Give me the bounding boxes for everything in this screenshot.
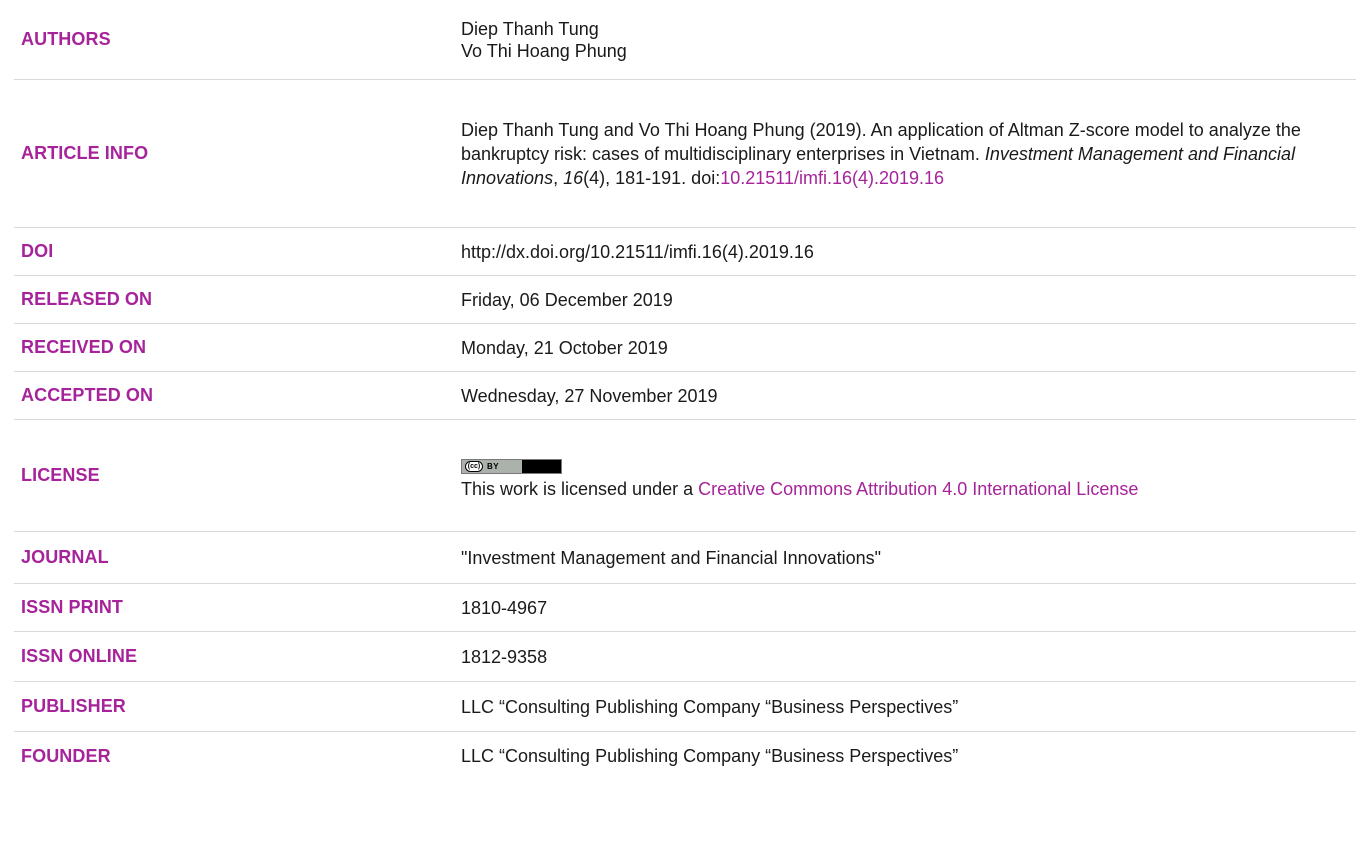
row-accepted-on: ACCEPTED ON Wednesday, 27 November 2019: [14, 372, 1356, 420]
row-publisher: PUBLISHER LLC “Consulting Publishing Com…: [14, 682, 1356, 732]
value-issn-online: 1812-9358: [461, 646, 548, 667]
cc-by-text: BY: [487, 461, 500, 471]
cc-badge-left: (cc) BY: [462, 460, 522, 474]
value-publisher: LLC “Consulting Publishing Company “Busi…: [461, 696, 959, 717]
author-name: Diep Thanh Tung: [461, 18, 599, 39]
label-founder: FOUNDER: [21, 745, 111, 766]
value-license: (cc) BY This work is licensed under a Cr…: [461, 450, 1356, 502]
value-received-on: Monday, 21 October 2019: [461, 337, 668, 358]
row-authors: AUTHORS Diep Thanh Tung Vo Thi Hoang Phu…: [14, 0, 1356, 80]
label-article-info: ARTICLE INFO: [21, 143, 149, 163]
row-article-info: ARTICLE INFO Diep Thanh Tung and Vo Thi …: [14, 80, 1356, 228]
cc-circle-icon: (cc): [465, 461, 483, 473]
license-link[interactable]: Creative Commons Attribution 4.0 Interna…: [698, 479, 1138, 499]
license-text: This work is licensed under a Creative C…: [461, 477, 1346, 501]
citation-volume: 16: [563, 167, 584, 188]
citation-pages: (4), 181-191. doi:: [583, 167, 721, 188]
row-released-on: RELEASED ON Friday, 06 December 2019: [14, 276, 1356, 324]
row-issn-online: ISSN ONLINE 1812-9358: [14, 632, 1356, 682]
row-received-on: RECEIVED ON Monday, 21 October 2019: [14, 324, 1356, 372]
label-received-on: RECEIVED ON: [21, 337, 147, 357]
label-authors: AUTHORS: [21, 29, 111, 49]
label-license: LICENSE: [21, 465, 100, 485]
author-name: Vo Thi Hoang Phung: [461, 40, 627, 61]
value-accepted-on: Wednesday, 27 November 2019: [461, 385, 718, 406]
value-founder: LLC “Consulting Publishing Company “Busi…: [461, 746, 959, 766]
label-accepted-on: ACCEPTED ON: [21, 385, 154, 405]
row-license: LICENSE (cc) BY This work is licensed un…: [14, 420, 1356, 532]
row-doi: DOI http://dx.doi.org/10.21511/imfi.16(4…: [14, 228, 1356, 276]
citation-doi-link[interactable]: 10.21511/imfi.16(4).2019.16: [720, 168, 944, 188]
citation-comma: ,: [553, 167, 564, 188]
label-released-on: RELEASED ON: [21, 289, 153, 309]
cc-by-badge-icon[interactable]: (cc) BY: [461, 459, 562, 475]
label-doi: DOI: [21, 241, 54, 261]
license-prefix: This work is licensed under a: [461, 479, 699, 500]
row-issn-print: ISSN PRINT 1810-4967: [14, 584, 1356, 632]
label-journal: JOURNAL: [21, 547, 109, 567]
value-released-on: Friday, 06 December 2019: [461, 289, 673, 310]
label-issn-online: ISSN ONLINE: [21, 646, 138, 666]
value-doi: http://dx.doi.org/10.21511/imfi.16(4).20…: [461, 241, 814, 262]
value-journal: "Investment Management and Financial Inn…: [461, 547, 882, 568]
label-issn-print: ISSN PRINT: [21, 597, 124, 617]
value-authors: Diep Thanh Tung Vo Thi Hoang Phung: [461, 18, 1356, 62]
label-publisher: PUBLISHER: [21, 696, 126, 716]
row-founder: FOUNDER LLC “Consulting Publishing Compa…: [14, 732, 1356, 780]
value-issn-print: 1810-4967: [461, 597, 548, 618]
article-metadata-sheet: AUTHORS Diep Thanh Tung Vo Thi Hoang Phu…: [0, 0, 1367, 851]
row-journal: JOURNAL "Investment Management and Finan…: [14, 532, 1356, 584]
value-article-info: Diep Thanh Tung and Vo Thi Hoang Phung (…: [461, 118, 1356, 190]
